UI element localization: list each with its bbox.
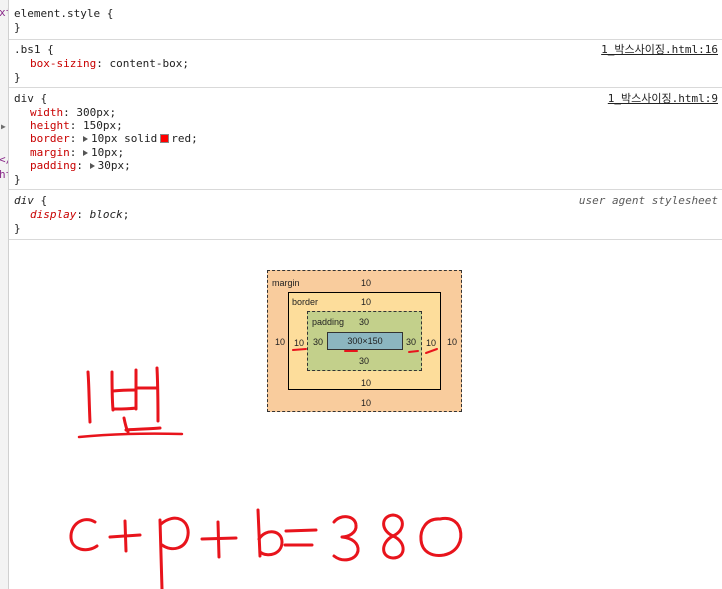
padding-right-value[interactable]: 30 [406, 337, 416, 348]
source-link[interactable]: 1_박스사이징.html:16 [601, 43, 718, 56]
box-model-border[interactable]: border 10 10 10 10 padding 30 30 30 30 3… [288, 292, 441, 390]
margin-left-value[interactable]: 10 [275, 337, 285, 348]
rule-bs1: .bs1 { 1_박스사이징.html:16 box-sizing: conte… [9, 40, 722, 88]
margin-right-value[interactable]: 10 [447, 337, 457, 348]
elements-panel-edge: xt ▶ </ ht [0, 0, 9, 589]
expand-shorthand-icon[interactable] [89, 163, 95, 169]
expand-arrow-icon[interactable]: ▶ [1, 122, 6, 131]
property-value[interactable]: red [171, 132, 191, 145]
property-name[interactable]: margin [30, 146, 70, 159]
rule-header: div { [14, 92, 48, 105]
rule-selector[interactable]: .bs1 [14, 43, 41, 56]
handwritten-equation [69, 508, 463, 589]
handwritten-underline [77, 432, 184, 439]
margin-bottom-value[interactable]: 10 [361, 398, 371, 409]
property-value[interactable]: 10px solid [91, 132, 157, 145]
expand-shorthand-icon[interactable] [83, 150, 88, 156]
border-right-value[interactable]: 10 [426, 338, 436, 349]
rule-selector[interactable]: element.style [14, 7, 100, 20]
source-link[interactable]: 1_박스사이징.html:9 [608, 92, 718, 105]
border-left-value[interactable]: 10 [294, 338, 304, 349]
declaration[interactable]: height: 150px; [30, 119, 123, 132]
handwritten-beon [110, 366, 162, 434]
box-model-padding[interactable]: padding 30 30 30 30 300×150 [307, 311, 422, 371]
color-swatch-icon[interactable] [160, 134, 170, 143]
property-name[interactable]: box-sizing [30, 57, 96, 70]
content-size-value[interactable]: 300×150 [347, 336, 382, 346]
border-label: border [292, 297, 319, 307]
elements-fragment: </ [0, 153, 8, 166]
styles-pane: element.style { } .bs1 { 1_박스사이징.html:16… [9, 0, 722, 240]
property-value[interactable]: 300px [76, 106, 109, 119]
declaration[interactable]: padding: 30px; [30, 159, 131, 172]
elements-fragment: xt [0, 6, 8, 19]
padding-top-value[interactable]: 30 [359, 317, 369, 328]
closing-brace: } [14, 21, 21, 34]
property-name[interactable]: padding [30, 159, 76, 172]
box-model-content[interactable]: 300×150 [327, 332, 403, 350]
rule-div-user-agent: div { user agent stylesheet display: blo… [9, 190, 722, 240]
handwritten-one [86, 370, 92, 424]
declaration[interactable]: border: 10px solid red; [30, 132, 198, 145]
padding-label: padding [312, 317, 345, 327]
property-name: display [30, 208, 77, 221]
rule-div: div { 1_박스사이징.html:9 width: 300px; heigh… [9, 88, 722, 190]
property-name[interactable]: height [30, 119, 70, 132]
declaration: display: block; [30, 208, 130, 221]
property-name[interactable]: width [30, 106, 63, 119]
property-value[interactable]: content-box [109, 57, 182, 70]
rule-selector[interactable]: div [14, 92, 34, 105]
declaration[interactable]: width: 300px; [30, 106, 116, 119]
property-value[interactable]: 30px [98, 159, 125, 172]
closing-brace: } [14, 222, 21, 235]
border-top-value[interactable]: 10 [361, 297, 371, 308]
rule-selector: div [14, 194, 34, 207]
padding-left-value[interactable]: 30 [313, 337, 323, 348]
margin-top-value[interactable]: 10 [361, 278, 371, 289]
rule-header: div { [14, 194, 48, 207]
rule-header: element.style { [14, 7, 114, 20]
elements-fragment: ht [0, 168, 8, 181]
property-value: block [89, 208, 123, 221]
declaration[interactable]: box-sizing: content-box; [30, 57, 189, 70]
rule-element-style: element.style { } [9, 0, 722, 40]
property-name[interactable]: border [30, 132, 70, 145]
border-bottom-value[interactable]: 10 [361, 378, 371, 389]
padding-bottom-value[interactable]: 30 [359, 356, 369, 367]
box-model-margin[interactable]: margin 10 10 10 10 border 10 10 10 10 pa… [267, 270, 462, 412]
declaration[interactable]: margin: 10px; [30, 146, 124, 159]
property-value[interactable]: 10px [91, 146, 118, 159]
margin-label: margin [272, 278, 300, 288]
property-value[interactable]: 150px [83, 119, 116, 132]
expand-shorthand-icon[interactable] [83, 136, 88, 142]
rule-header: .bs1 { [14, 43, 54, 56]
closing-brace: } [14, 71, 21, 84]
closing-brace: } [14, 173, 21, 186]
source-label: user agent stylesheet [578, 194, 718, 207]
